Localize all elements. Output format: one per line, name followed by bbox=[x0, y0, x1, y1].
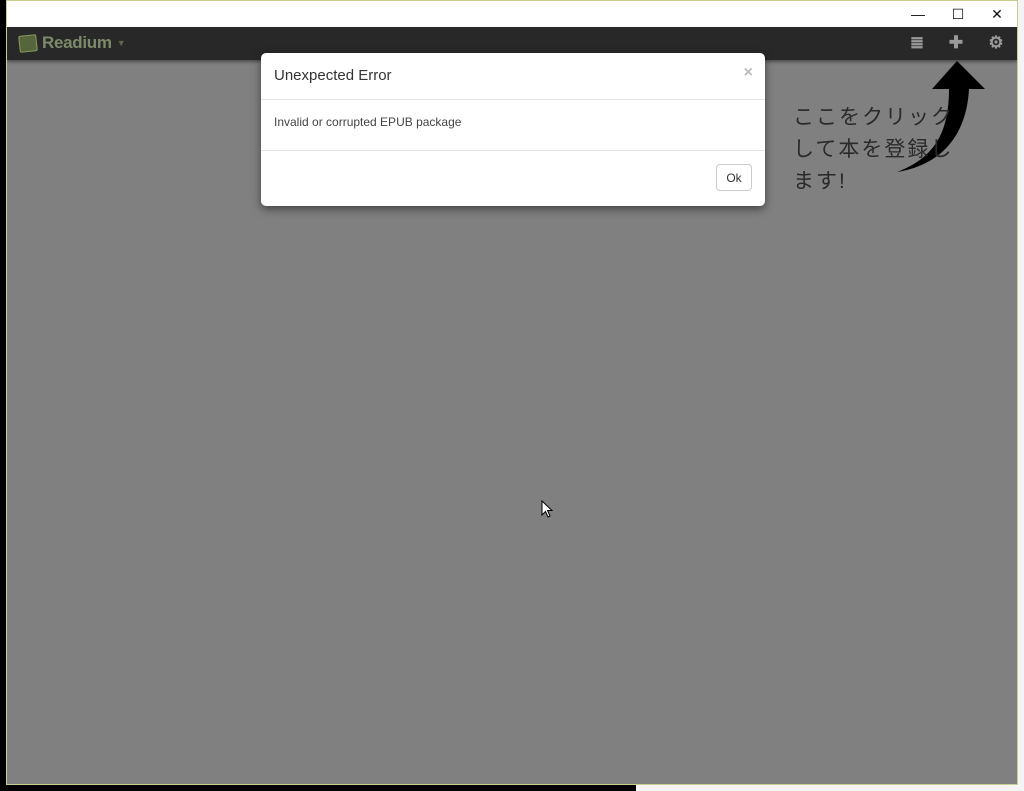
dialog-header: Unexpected Error × bbox=[261, 53, 765, 100]
close-window-button[interactable]: ✕ bbox=[978, 1, 1016, 27]
readium-logo-icon bbox=[18, 33, 38, 53]
caret-down-icon: ▼ bbox=[116, 38, 126, 48]
settings-gear-icon[interactable]: ⚙ bbox=[984, 32, 1008, 54]
add-book-icon[interactable]: ✚ bbox=[944, 32, 968, 54]
brand-name: Readium bbox=[42, 33, 112, 52]
error-message: Invalid or corrupted EPUB package bbox=[274, 115, 462, 129]
maximize-button[interactable]: ☐ bbox=[939, 1, 977, 27]
dialog-close-button[interactable]: × bbox=[744, 64, 753, 82]
list-view-icon[interactable]: ≣ bbox=[905, 32, 929, 54]
ok-button[interactable]: Ok bbox=[716, 164, 752, 191]
dialog-body: Invalid or corrupted EPUB package bbox=[261, 100, 765, 151]
mouse-cursor-icon bbox=[541, 500, 553, 518]
title-bar: — ☐ ✕ bbox=[7, 1, 1017, 27]
readium-window: — ☐ ✕ Readium ▼ ≣ ✚ ⚙ ここをクリックして本を登録します! … bbox=[6, 0, 1018, 785]
add-book-hint: ここをクリックして本を登録します! bbox=[793, 106, 954, 193]
error-dialog: Unexpected Error × Invalid or corrupted … bbox=[261, 53, 765, 206]
dialog-title: Unexpected Error bbox=[274, 67, 392, 84]
minimize-button[interactable]: — bbox=[899, 1, 937, 27]
brand-menu[interactable]: Readium ▼ bbox=[18, 33, 126, 53]
